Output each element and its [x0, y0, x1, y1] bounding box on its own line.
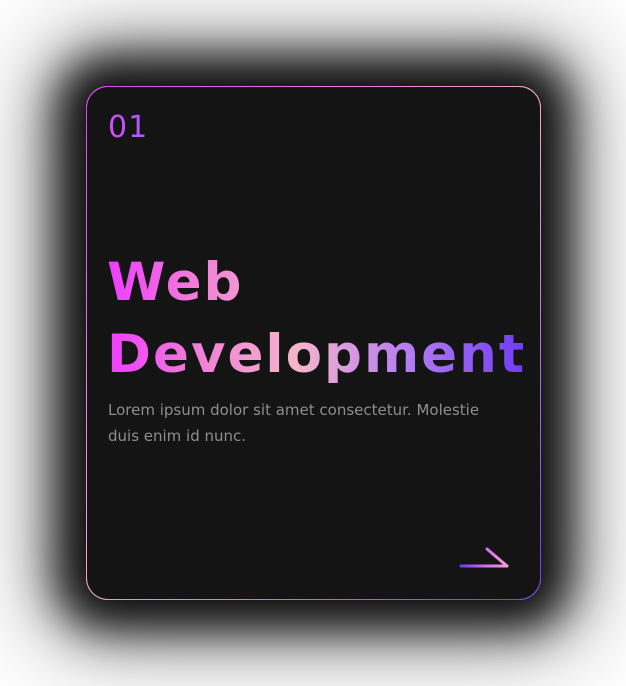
- service-card-inner: 01 Web Development Lorem ipsum dolor sit…: [87, 87, 540, 599]
- service-card[interactable]: 01 Web Development Lorem ipsum dolor sit…: [86, 86, 541, 600]
- card-title-line-2: Development: [107, 324, 527, 385]
- arrow-right-icon[interactable]: [459, 546, 511, 572]
- card-number: 01: [108, 110, 149, 145]
- card-title-line-1: Web: [107, 252, 244, 313]
- card-title: Web Development: [107, 247, 526, 391]
- card-description: Lorem ipsum dolor sit amet consectetur. …: [108, 401, 480, 445]
